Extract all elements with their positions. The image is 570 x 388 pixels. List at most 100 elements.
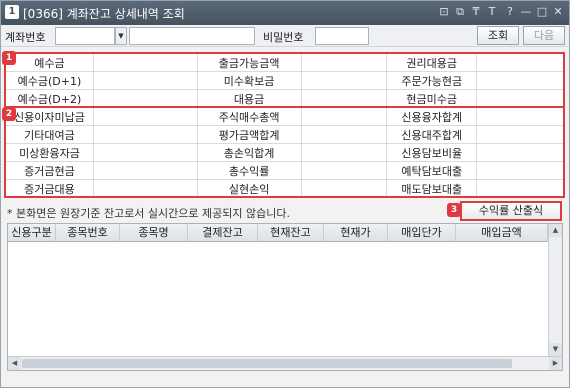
summary-label: 미상환융자금 bbox=[5, 143, 94, 162]
summary-label: 주식매수총액 bbox=[196, 107, 302, 126]
summary-label: 출금가능금액 bbox=[196, 53, 302, 72]
summary-value bbox=[300, 71, 388, 90]
summary-label: 매도담보대출 bbox=[386, 179, 478, 198]
summary-label: 주문가능현금 bbox=[386, 71, 478, 90]
col-settled-balance[interactable]: 결제잔고 bbox=[188, 224, 258, 242]
summary-label: 현금미수금 bbox=[386, 89, 478, 108]
summary-value bbox=[92, 89, 198, 108]
search-bar: 계좌번호 ▼ 비밀번호 조회 다음 bbox=[1, 25, 569, 47]
yield-formula-button[interactable]: 수익률 산출식 bbox=[461, 202, 561, 220]
summary-value bbox=[300, 125, 388, 144]
scroll-right-icon[interactable]: ▶ bbox=[549, 357, 562, 370]
vertical-scrollbar[interactable]: ▲ ▼ bbox=[548, 224, 562, 356]
summary-row: 예수금(D+1) 미수확보금 주문가능현금 bbox=[5, 71, 565, 90]
summary-row: 미상환융자금 총손익합계 신용담보비율 bbox=[5, 143, 565, 162]
summary-label: 총손익합계 bbox=[196, 143, 302, 162]
password-input[interactable] bbox=[315, 27, 369, 45]
summary-label: 대용금 bbox=[196, 89, 302, 108]
next-button[interactable]: 다음 bbox=[523, 26, 565, 45]
realtime-notice: * 본화면은 원장기준 잔고로서 실시간으로 제공되지 않습니다. bbox=[7, 207, 290, 220]
summary-value bbox=[300, 89, 388, 108]
summary-label: 예수금(D+2) bbox=[5, 89, 94, 108]
minimize-icon[interactable]: — bbox=[519, 5, 533, 19]
password-label: 비밀번호 bbox=[263, 31, 304, 44]
summary-row: 예수금 출금가능금액 권리대용금 bbox=[5, 53, 565, 72]
summary-value bbox=[92, 53, 198, 72]
col-current-balance[interactable]: 현재잔고 bbox=[258, 224, 324, 242]
summary-value bbox=[476, 53, 565, 72]
close-icon[interactable]: ✕ bbox=[551, 5, 565, 19]
window-title: [0366] 계좌잔고 상세내역 조회 bbox=[23, 7, 185, 21]
badge-3: 3 bbox=[447, 203, 461, 217]
summary-value bbox=[300, 161, 388, 180]
col-stock-name[interactable]: 종목명 bbox=[120, 224, 188, 242]
query-button[interactable]: 조회 bbox=[477, 26, 519, 45]
summary-label: 신용이자미납금 bbox=[5, 107, 94, 126]
scroll-down-icon[interactable]: ▼ bbox=[549, 343, 562, 356]
summary-label: 기타대여금 bbox=[5, 125, 94, 144]
link-window-icon[interactable]: ⧉ bbox=[453, 5, 467, 19]
holdings-table[interactable]: 신용구분 종목번호 종목명 결제잔고 현재잔고 현재가 매입단가 매입금액 ▲ … bbox=[7, 223, 563, 371]
summary-value bbox=[476, 161, 565, 180]
badge-2: 2 bbox=[2, 107, 16, 121]
col-buy-amount[interactable]: 매입금액 bbox=[456, 224, 548, 242]
summary-label: 신용담보비율 bbox=[386, 143, 478, 162]
horizontal-scroll-thumb[interactable] bbox=[22, 359, 512, 368]
account-balance-window: 1 [0366] 계좌잔고 상세내역 조회 ⊡ ⧉ ₸ T ? — □ ✕ 계좌… bbox=[0, 0, 570, 388]
summary-value bbox=[476, 107, 565, 126]
font-size-icon[interactable]: T bbox=[485, 5, 499, 19]
summary-label: 평가금액합계 bbox=[196, 125, 302, 144]
summary-value bbox=[476, 71, 565, 90]
scroll-up-icon[interactable]: ▲ bbox=[549, 224, 562, 237]
summary-value bbox=[92, 71, 198, 90]
summary-value bbox=[476, 143, 565, 162]
pin-icon[interactable]: ₸ bbox=[469, 5, 483, 19]
summary-label: 예수금 bbox=[5, 53, 94, 72]
summary-value bbox=[92, 143, 198, 162]
summary-row: 예수금(D+2) 대용금 현금미수금 bbox=[5, 89, 565, 108]
summary-value bbox=[92, 179, 198, 198]
app-icon: 1 bbox=[5, 5, 19, 19]
summary-label: 실현손익 bbox=[196, 179, 302, 198]
account-number-input[interactable] bbox=[55, 27, 115, 45]
summary-label: 신용대주합계 bbox=[386, 125, 478, 144]
col-stock-code[interactable]: 종목번호 bbox=[56, 224, 120, 242]
account-dropdown-icon[interactable]: ▼ bbox=[115, 27, 127, 45]
summary-value bbox=[92, 125, 198, 144]
summary-label: 총수익률 bbox=[196, 161, 302, 180]
summary-value bbox=[300, 143, 388, 162]
summary-value bbox=[92, 107, 198, 126]
help-icon[interactable]: ? bbox=[503, 5, 517, 19]
col-credit-type[interactable]: 신용구분 bbox=[8, 224, 56, 242]
summary-label: 미수확보금 bbox=[196, 71, 302, 90]
col-avg-buy-price[interactable]: 매입단가 bbox=[388, 224, 456, 242]
summary-value bbox=[476, 179, 565, 198]
maximize-icon[interactable]: □ bbox=[535, 5, 549, 19]
summary-row: 신용이자미납금 주식매수총액 신용융자합계 bbox=[5, 107, 565, 126]
summary-label: 권리대용금 bbox=[386, 53, 478, 72]
holdings-header: 신용구분 종목번호 종목명 결제잔고 현재잔고 현재가 매입단가 매입금액 bbox=[8, 224, 548, 242]
summary-row: 기타대여금 평가금액합계 신용대주합계 bbox=[5, 125, 565, 144]
summary-value bbox=[92, 161, 198, 180]
title-bar: 1 [0366] 계좌잔고 상세내역 조회 ⊡ ⧉ ₸ T ? — □ ✕ bbox=[1, 1, 569, 25]
account-name-field bbox=[129, 27, 255, 45]
account-number-label: 계좌번호 bbox=[5, 31, 46, 44]
summary-label: 증거금현금 bbox=[5, 161, 94, 180]
summary-row: 증거금대용 실현손익 매도담보대출 bbox=[5, 179, 565, 198]
col-current-price[interactable]: 현재가 bbox=[324, 224, 388, 242]
summary-label: 예탁담보대출 bbox=[386, 161, 478, 180]
summary-value bbox=[476, 125, 565, 144]
summary-value bbox=[300, 107, 388, 126]
horizontal-scrollbar[interactable]: ◀ ▶ bbox=[8, 356, 562, 370]
summary-value bbox=[300, 179, 388, 198]
summary-value bbox=[300, 53, 388, 72]
summary-label: 예수금(D+1) bbox=[5, 71, 94, 90]
summary-value bbox=[476, 89, 565, 108]
summary-label: 신용융자합계 bbox=[386, 107, 478, 126]
summary-label: 증거금대용 bbox=[5, 179, 94, 198]
balance-summary-grid: 예수금 출금가능금액 권리대용금 예수금(D+1) 미수확보금 주문가능현금 예수금(D+2… bbox=[5, 53, 565, 198]
badge-1: 1 bbox=[2, 51, 16, 65]
screen-capture-icon[interactable]: ⊡ bbox=[437, 5, 451, 19]
summary-row: 증거금현금 총수익률 예탁담보대출 bbox=[5, 161, 565, 180]
scroll-left-icon[interactable]: ◀ bbox=[8, 357, 21, 370]
